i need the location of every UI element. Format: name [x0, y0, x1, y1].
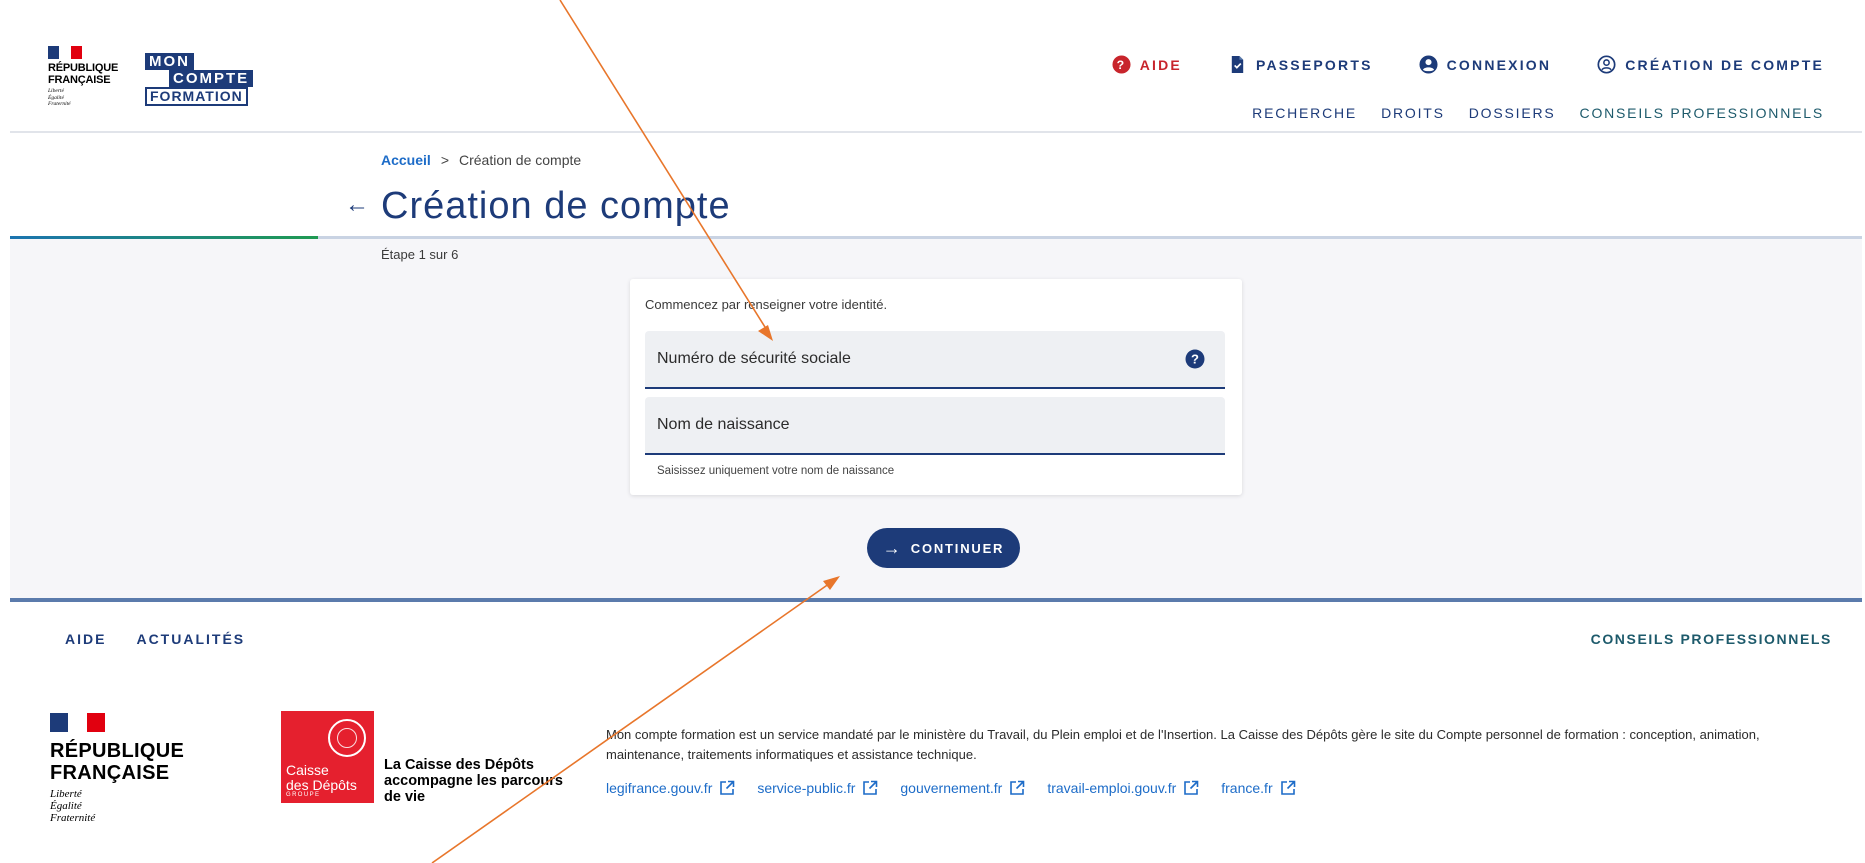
birth-name-field[interactable]: Nom de naissance [645, 397, 1225, 455]
nav-connexion-label: CONNEXION [1446, 56, 1552, 73]
site-header: RÉPUBLIQUE FRANÇAISE Liberté Égalité Fra… [10, 0, 1862, 133]
rf-motto-3: Fraternité [48, 101, 71, 107]
footer-description: Mon compte formation est un service mand… [606, 727, 1760, 762]
subnav-recherche[interactable]: RECHERCHE [1252, 105, 1357, 121]
breadcrumb-home[interactable]: Accueil [381, 152, 431, 168]
footer-conseils-professionnels[interactable]: CONSEILS PROFESSIONNELS [1591, 631, 1832, 647]
footer-link-legifrance[interactable]: legifrance.gouv.fr [606, 780, 735, 796]
footer-nav-actualites[interactable]: ACTUALITÉS [136, 631, 245, 647]
footer-rule [10, 598, 1862, 602]
page: RÉPUBLIQUE FRANÇAISE Liberté Égalité Fra… [10, 0, 1862, 863]
form-intro: Commencez par renseigner votre identité. [645, 297, 888, 312]
identity-form-card: Commencez par renseigner votre identité.… [630, 279, 1242, 495]
progress-fill [10, 236, 318, 239]
birth-name-placeholder: Nom de naissance [657, 416, 790, 433]
link-label: travail-emploi.gouv.fr [1047, 780, 1177, 796]
footer-rf-line1: RÉPUBLIQUE [50, 740, 185, 762]
cdc-line2: des Dépôts [286, 777, 357, 793]
footer-republique-francaise-logo[interactable]: RÉPUBLIQUE FRANÇAISE Liberté Égalité Fra… [50, 713, 210, 824]
logo-formation: FORMATION [145, 87, 248, 106]
birth-name-hint: Saisissez uniquement votre nom de naissa… [657, 465, 895, 477]
top-navigation: ? AIDE PASSEPORTS CONNEXION CRÉATION DE … [1112, 55, 1824, 74]
footer-link-service-public[interactable]: service-public.fr [757, 780, 878, 796]
svg-text:?: ? [1116, 58, 1126, 72]
logo-mon: MON [145, 53, 194, 70]
question-circle-icon: ? [1112, 55, 1131, 74]
cdc-tagline: La Caisse des Dépôts accompagne les parc… [384, 757, 563, 805]
footer-rf-motto-2: Égalité [50, 800, 82, 812]
external-link-icon [1280, 780, 1295, 795]
cdc-line1: Caisse [286, 762, 329, 778]
continue-button[interactable]: → CONTINUER [867, 528, 1020, 568]
footer-rf-motto-1: Liberté [50, 788, 82, 800]
french-flag-icon [48, 46, 82, 59]
republique-francaise-logo[interactable]: RÉPUBLIQUE FRANÇAISE Liberté Égalité Fra… [48, 46, 138, 108]
step-indicator: Étape 1 sur 6 [381, 247, 459, 262]
footer-french-flag-icon [50, 713, 105, 732]
user-circle-icon [1419, 55, 1438, 74]
document-check-icon [1231, 55, 1244, 74]
footer-external-links: legifrance.gouv.fr service-public.fr gou… [606, 780, 1296, 796]
link-label: service-public.fr [757, 780, 856, 796]
arrow-right-icon: → [882, 537, 901, 558]
external-link-icon [720, 780, 735, 795]
sub-navigation: RECHERCHE DROITS DOSSIERS CONSEILS PROFE… [1252, 105, 1824, 121]
footer-link-france[interactable]: france.fr [1221, 780, 1295, 796]
page-title: Création de compte [381, 185, 731, 227]
footer-link-travail-emploi[interactable]: travail-emploi.gouv.fr [1047, 780, 1199, 796]
mon-compte-formation-logo[interactable]: MON COMPTE FORMATION [145, 53, 254, 106]
footer-rf-line2: FRANÇAISE [50, 762, 170, 784]
rf-line2: FRANÇAISE [48, 74, 111, 86]
subnav-conseils-professionnels[interactable]: CONSEILS PROFESSIONNELS [1580, 105, 1824, 121]
cdc-seal-icon [328, 719, 366, 757]
subnav-droits[interactable]: DROITS [1381, 105, 1445, 121]
nav-connexion[interactable]: CONNEXION [1419, 55, 1552, 74]
footer-rf-motto-3: Fraternité [50, 812, 96, 824]
nav-aide[interactable]: ? AIDE [1112, 55, 1182, 74]
continue-button-label: CONTINUER [910, 540, 1005, 556]
link-label: legifrance.gouv.fr [606, 780, 713, 796]
nav-aide-label: AIDE [1139, 56, 1182, 73]
breadcrumb-chevron-icon: > [440, 152, 449, 168]
logo-compte: COMPTE [169, 70, 254, 87]
nav-creation-compte[interactable]: CRÉATION DE COMPTE [1597, 55, 1824, 74]
link-label: france.fr [1221, 780, 1273, 796]
help-circle-icon[interactable]: ? [1185, 349, 1205, 369]
breadcrumb-current: Création de compte [459, 152, 582, 168]
social-security-number-field[interactable]: Numéro de sécurité sociale ? [645, 331, 1225, 389]
user-outline-icon [1597, 55, 1616, 74]
subnav-dossiers[interactable]: DOSSIERS [1469, 105, 1556, 121]
rf-line1: RÉPUBLIQUE [48, 62, 119, 74]
link-label: gouvernement.fr [900, 780, 1003, 796]
back-arrow-icon[interactable]: ← [345, 193, 369, 217]
footer-navigation: AIDE ACTUALITÉS [65, 631, 245, 647]
footer-link-gouvernement[interactable]: gouvernement.fr [900, 780, 1025, 796]
nav-passeports-label: PASSEPORTS [1255, 56, 1373, 73]
breadcrumb: Accueil > Création de compte [381, 152, 581, 168]
social-security-number-placeholder: Numéro de sécurité sociale [657, 350, 851, 367]
nav-creation-label: CRÉATION DE COMPTE [1625, 56, 1824, 73]
footer-nav-aide[interactable]: AIDE [65, 631, 106, 647]
external-link-icon [863, 780, 878, 795]
external-link-icon [1010, 780, 1025, 795]
cdc-groupe: GROUPE [286, 792, 321, 798]
nav-passeports[interactable]: PASSEPORTS [1228, 55, 1373, 74]
external-link-icon [1184, 780, 1199, 795]
svg-text:?: ? [1191, 352, 1199, 367]
caisse-des-depots-logo[interactable]: Caisse des Dépôts GROUPE [281, 711, 374, 803]
